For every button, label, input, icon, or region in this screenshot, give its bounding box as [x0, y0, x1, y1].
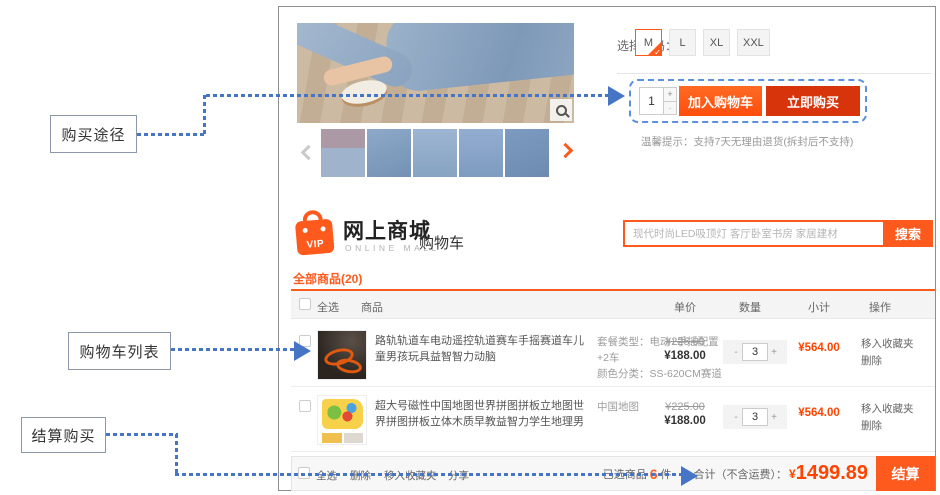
row-quantity-increase-button[interactable]: + — [768, 408, 780, 426]
section-divider — [617, 73, 931, 74]
size-option-xl[interactable]: XL — [703, 29, 730, 56]
annotated-screenshot-canvas: 购买途径 购物车列表 结算购买 选择尺码： — [0, 0, 940, 495]
price-cell: ¥225.00 ¥188.00 — [647, 336, 723, 362]
price-cell: ¥225.00 ¥188.00 — [647, 401, 723, 427]
cart-page-title: 购物车 — [419, 232, 464, 253]
annotation-label-cart-list: 购物车列表 — [68, 332, 171, 370]
dotted-connector — [175, 434, 178, 476]
delete-link[interactable]: 删除 — [861, 353, 914, 370]
product-main-image — [297, 23, 574, 123]
total-amount: 1499.89 — [796, 462, 868, 485]
subtotal-cell: ¥564.00 — [787, 407, 851, 419]
bag-body-shape: VIP — [295, 219, 335, 256]
product-thumbnail[interactable] — [505, 129, 549, 177]
search-input[interactable] — [623, 220, 883, 247]
old-price: ¥225.00 — [647, 401, 723, 413]
product-thumbnail[interactable] — [321, 129, 365, 177]
annotation-label-purchase-path: 购买途径 — [50, 115, 137, 153]
delete-link[interactable]: 删除 — [861, 418, 914, 435]
dotted-connector — [106, 433, 178, 436]
row-quantity-stepper: - 3 + — [723, 405, 787, 429]
row-quantity-value[interactable]: 3 — [742, 408, 768, 426]
checkout-button[interactable]: 结算 — [876, 456, 935, 491]
current-price: ¥188.00 — [647, 350, 723, 362]
size-option-l[interactable]: L — [669, 29, 696, 56]
cart-row-china-map: 超大号磁性中国地图世界拼图拼板立地图世界拼图拼板立体木质早教益智力学生地理男 中… — [291, 388, 935, 452]
image-zoom-button[interactable] — [550, 99, 572, 121]
cart-row-track-toy: 路轨轨道车电动遥控轨道赛车手摇赛道车儿童男孩玩具益智智力动脑 套餐类型：电动+手… — [291, 323, 935, 387]
product-thumbnail[interactable] — [413, 129, 457, 177]
cart-table-header: 全选 商品 单价 数量 小计 操作 — [291, 291, 935, 319]
header-quantity: 数量 — [739, 299, 761, 315]
carousel-next-icon[interactable] — [558, 143, 574, 159]
total-label: 合计（不含运费）： — [694, 466, 788, 482]
size-option-m[interactable]: M ✓ — [635, 29, 662, 56]
old-price: ¥225.00 — [647, 336, 723, 348]
annotation-focus-outline — [629, 79, 867, 123]
header-subtotal: 小计 — [787, 299, 851, 315]
product-image-china-map[interactable] — [317, 395, 367, 445]
row-quantity-increase-button[interactable]: + — [768, 343, 780, 361]
row-checkbox[interactable] — [299, 400, 311, 412]
row-quantity-decrease-button[interactable]: - — [730, 343, 742, 361]
total-currency: ¥ — [789, 467, 796, 481]
dotted-connector — [206, 94, 608, 97]
arrowhead-icon — [294, 341, 311, 361]
product-image-track-toy[interactable] — [317, 330, 367, 380]
select-all-checkbox[interactable] — [299, 298, 311, 310]
row-operations: 移入收藏夹 删除 — [861, 336, 914, 370]
magnifier-icon — [556, 105, 567, 116]
current-price: ¥188.00 — [647, 415, 723, 427]
dotted-connector — [171, 348, 295, 351]
size-options: M ✓ L XL XXL — [635, 29, 770, 56]
subtotal-cell: ¥564.00 — [787, 342, 851, 354]
carousel-prev-icon[interactable] — [301, 145, 317, 161]
size-option-xxl[interactable]: XXL — [737, 29, 770, 56]
dotted-connector — [137, 133, 206, 136]
header-select-all: 全选 — [317, 299, 339, 315]
row-quantity-value[interactable]: 3 — [742, 343, 768, 361]
move-to-favorites-link[interactable]: 移入收藏夹 — [861, 336, 914, 353]
row-operations: 移入收藏夹 删除 — [861, 401, 914, 435]
row-quantity-stepper: - 3 + — [723, 340, 787, 364]
move-to-favorites-link[interactable]: 移入收藏夹 — [861, 401, 914, 418]
row-quantity-decrease-button[interactable]: - — [730, 408, 742, 426]
header-product: 商品 — [361, 299, 383, 315]
annotation-label-checkout-purchase: 结算购买 — [21, 417, 106, 453]
size-option-label: M — [644, 37, 653, 49]
search-bar: 搜索 — [623, 220, 933, 247]
product-title-link[interactable]: 超大号磁性中国地图世界拼图拼板立地图世界拼图拼板立体木质早教益智力学生地理男 — [375, 398, 589, 430]
dotted-connector — [175, 473, 682, 476]
mockup-panel: 选择尺码： M ✓ L XL XXL + - 加入购物车 立即购买 温馨提示：支… — [278, 6, 936, 491]
header-operation: 操作 — [869, 299, 891, 315]
check-icon: ✓ — [654, 48, 661, 57]
arrowhead-icon — [681, 466, 698, 486]
vip-badge: VIP — [297, 237, 335, 251]
jeans-photo-shape — [383, 23, 574, 94]
arrowhead-icon — [608, 86, 625, 106]
return-policy-tip: 温馨提示：支持7天无理由退货(拆封后不支持) — [641, 134, 853, 149]
search-button[interactable]: 搜索 — [883, 220, 933, 247]
header-unit-price: 单价 — [647, 299, 723, 315]
product-thumbnail[interactable] — [459, 129, 503, 177]
mall-logo-icon: VIP — [294, 208, 338, 259]
dotted-connector — [203, 95, 206, 136]
tab-all-products[interactable]: 全部商品(20) — [293, 270, 362, 287]
thumbnail-strip — [321, 129, 549, 177]
attr-line: 颜色分类：SS-620CM赛道 — [597, 366, 723, 382]
product-thumbnail[interactable] — [367, 129, 411, 177]
mall-name: 网上商城 — [343, 215, 431, 245]
product-title-link[interactable]: 路轨轨道车电动遥控轨道赛车手摇赛道车儿童男孩玩具益智智力动脑 — [375, 333, 589, 365]
